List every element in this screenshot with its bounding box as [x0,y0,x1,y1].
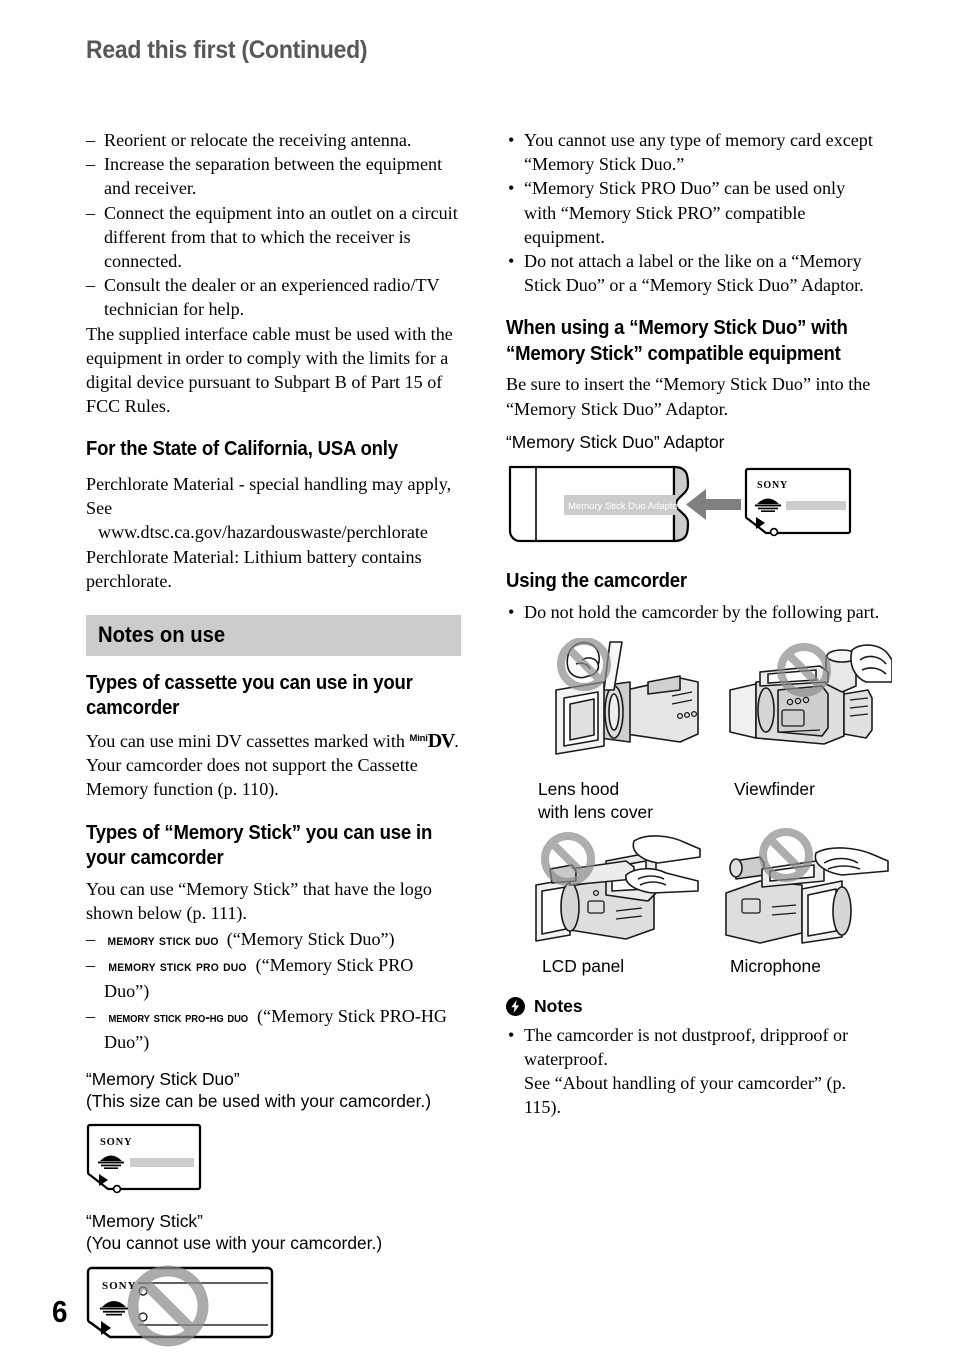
notes-item-line1: The camcorder is not dustproof, dripproo… [524,1024,849,1069]
card-gray-bar [130,1157,194,1167]
right-column: You cannot use any type of memory card e… [506,128,892,1120]
list-item: You cannot use any type of memory card e… [506,128,881,176]
memory-stick-pro-hg-duo-logo: Memory Stick PRO-HG Duo [108,1009,249,1026]
memory-stick-duo-logo: Memory Stick Duo [107,931,219,949]
card-notch-hole [112,1184,122,1194]
hand-illustration [814,847,889,876]
memory-stick-full-illustration: SONY [86,1265,274,1347]
part-label-lens-hood-line1: Lens hood [538,779,620,800]
adaptor-body: Be sure to insert the “Memory Stick Duo”… [506,374,871,419]
cassette-body: You can use mini DV cassettes marked wit… [86,727,461,802]
camcorder-microphone-illustration [725,828,889,944]
hand-illustration [850,644,892,683]
heading-cassette-types: Types of cassette you can use in your ca… [86,670,413,720]
list-item: Increase the separation between the equi… [86,152,461,200]
memory-stick-pro-duo-logo: Memory Stick PRO Duo [108,958,247,976]
section-band-notes-on-use: Notes on use [86,614,461,656]
page-title: Read this first (Continued) [86,36,368,64]
memorystick-intro: You can use “Memory Stick” that have the… [86,878,432,923]
adaptor-insertion-illustration: Memory Stick Duo Adaptor SONY [508,466,852,543]
card-brand-text: SONY [757,480,788,491]
adaptor-label-text: Memory Stick Duo Adaptor [568,501,681,512]
duo-card-caption: “Memory Stick Duo” (This size can be use… [86,1068,461,1113]
card-brand-text: SONY [100,1137,132,1148]
insert-arrow-icon [686,489,741,521]
part-label-viewfinder: Viewfinder [734,779,815,800]
california-line-3: Perchlorate Material: Lithium battery co… [86,546,422,591]
list-item: Connect the equipment into an outlet on … [86,201,461,274]
list-item: Do not attach a label or the like on a “… [506,249,881,297]
heading-using-camcorder: Using the camcorder [506,569,687,593]
part-microphone: Microphone [716,823,896,978]
notes-heading-label: Notes [534,995,583,1016]
full-card-caption-line2: (You cannot use with your camcorder.) [86,1233,383,1254]
california-url: www.dtsc.ca.gov/hazardouswaste/perchlora… [98,522,428,543]
memory-stick-duo-card-illustration: SONY [744,468,852,537]
list-item: The camcorder is not dustproof, dripproo… [506,1023,881,1120]
full-card-caption-line1: “Memory Stick” [86,1210,203,1231]
section-band-label: Notes on use [98,621,226,647]
duo-card-caption-line2: (This size can be used with your camcord… [86,1091,432,1112]
part-label-microphone: Microphone [730,956,821,977]
notes-heading: Notes [506,996,881,1017]
memorystick-type-list: Memory Stick Duo (“Memory Stick Duo”) Me… [86,927,461,1054]
list-item: Reorient or relocate the receiving anten… [86,128,461,152]
using-camcorder-list: Do not hold the camcorder by the followi… [506,600,881,624]
minidv-logo: MiniDV [409,727,456,753]
list-item: Do not hold the camcorder by the followi… [506,600,881,624]
camcorder-lcd-panel-illustration [535,832,701,942]
notes-item-line2: See “About handling of your camcorder” (… [524,1072,847,1118]
list-item: Memory Stick Duo (“Memory Stick Duo”) [86,927,461,953]
adaptor-insertion-figure: Memory Stick Duo Adaptor SONY [506,459,881,554]
heading-california: For the State of California, USA only [86,437,398,461]
bolt-notice-icon [506,996,525,1016]
adaptor-caption: “Memory Stick Duo” Adaptor [506,431,725,452]
memorystick-notes-list: You cannot use any type of memory card e… [506,128,881,297]
memory-stick-duo-card-illustration: SONY [86,1123,202,1194]
camcorder-lens-hood-illustration [555,638,699,755]
camcorder-viewfinder-illustration [729,643,892,745]
card-notch-hole [769,528,779,537]
heading-using-adaptor: When using a “Memory Stick Duo” with “Me… [506,316,848,365]
memory-stick-duo-figure: SONY [86,1123,461,1200]
minidv-mini-label: Mini [409,732,428,744]
memory-stick-duo-name: (“Memory Stick Duo”) [226,928,395,949]
list-item: “Memory Stick PRO Duo” can be used only … [506,176,881,249]
camcorder-parts-grid: Lens hood with lens cover Viewfinder LCD… [530,638,892,978]
list-item: Memory Stick PRO-HG Duo (“Memory Stick P… [86,1004,461,1054]
list-item: Consult the dealer or an experienced rad… [86,273,461,321]
california-line-1: Perchlorate Material - special handling … [86,473,452,519]
page-number: 6 [52,1294,68,1329]
list-item: Memory Stick PRO Duo (“Memory Stick PRO … [86,953,461,1003]
cassette-text-before: You can use mini DV cassettes marked wit… [86,730,410,751]
duo-card-caption-line1: “Memory Stick Duo” [86,1068,240,1089]
part-viewfinder: Viewfinder [716,638,896,823]
card-gray-bar [786,501,846,511]
part-label-lcd-panel: LCD panel [542,956,625,977]
full-card-caption: “Memory Stick” (You cannot use with your… [86,1210,461,1255]
part-lens-hood: Lens hood with lens cover [530,638,710,823]
memory-stick-full-figure: SONY [86,1265,461,1352]
notes-list: The camcorder is not dustproof, dripproo… [506,1023,881,1120]
left-column: Reorient or relocate the receiving anten… [86,128,461,1352]
california-body: Perchlorate Material - special handling … [86,472,461,593]
fcc-remedy-list: Reorient or relocate the receiving anten… [86,128,461,322]
part-lcd-panel: LCD panel [530,823,710,978]
part-label-lens-hood-line2: with lens cover [538,801,654,822]
minidv-dv-label: DV [427,729,456,752]
fcc-paragraph: The supplied interface cable must be use… [86,323,453,417]
heading-memorystick-types: Types of “Memory Stick” you can use in y… [86,820,433,870]
